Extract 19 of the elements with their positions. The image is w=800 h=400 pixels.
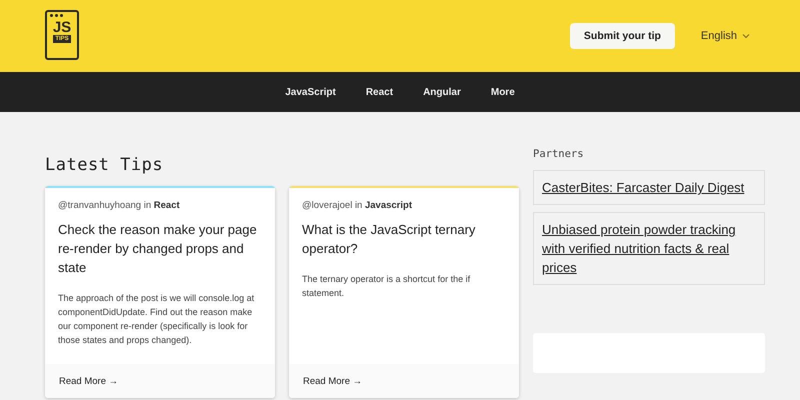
partner-link[interactable]: CasterBites: Farcaster Daily Digest bbox=[542, 178, 756, 197]
tip-title: What is the JavaScript ternary operator? bbox=[302, 221, 476, 258]
language-dropdown[interactable]: English bbox=[700, 30, 750, 42]
nav-link[interactable]: Angular bbox=[423, 86, 461, 98]
tip-meta: @loverajoel in Javascript bbox=[302, 200, 413, 211]
nav-link[interactable]: More bbox=[490, 86, 515, 98]
read-more-link[interactable]: Read More → bbox=[303, 376, 362, 386]
read-more-link[interactable]: Read More → bbox=[59, 376, 118, 386]
submit-tip-button[interactable]: Submit your tip bbox=[570, 23, 675, 49]
tip-title: Check the reason make your page re-render by changed props and state bbox=[58, 221, 258, 277]
tip-description: The ternary operator is a shortcut for the if statement. bbox=[302, 273, 472, 300]
partners-heading: Partners bbox=[533, 148, 585, 160]
chevron-down-icon bbox=[742, 33, 750, 39]
nav-link[interactable]: React bbox=[366, 86, 394, 98]
nav-link[interactable]: JavaScript bbox=[285, 86, 336, 98]
tip-meta: @tranvanhuyhoang in React bbox=[58, 200, 181, 211]
section-heading: Latest Tips bbox=[45, 155, 164, 175]
tip-description: The approach of the post is we will console.log at componentDidUpdate. Find out the reason make our component re-render (specifically is look for those states and props changed). bbox=[58, 292, 256, 347]
partner-link[interactable]: Unbiased protein powder tracking with verified nutrition facts & real prices bbox=[542, 220, 756, 277]
